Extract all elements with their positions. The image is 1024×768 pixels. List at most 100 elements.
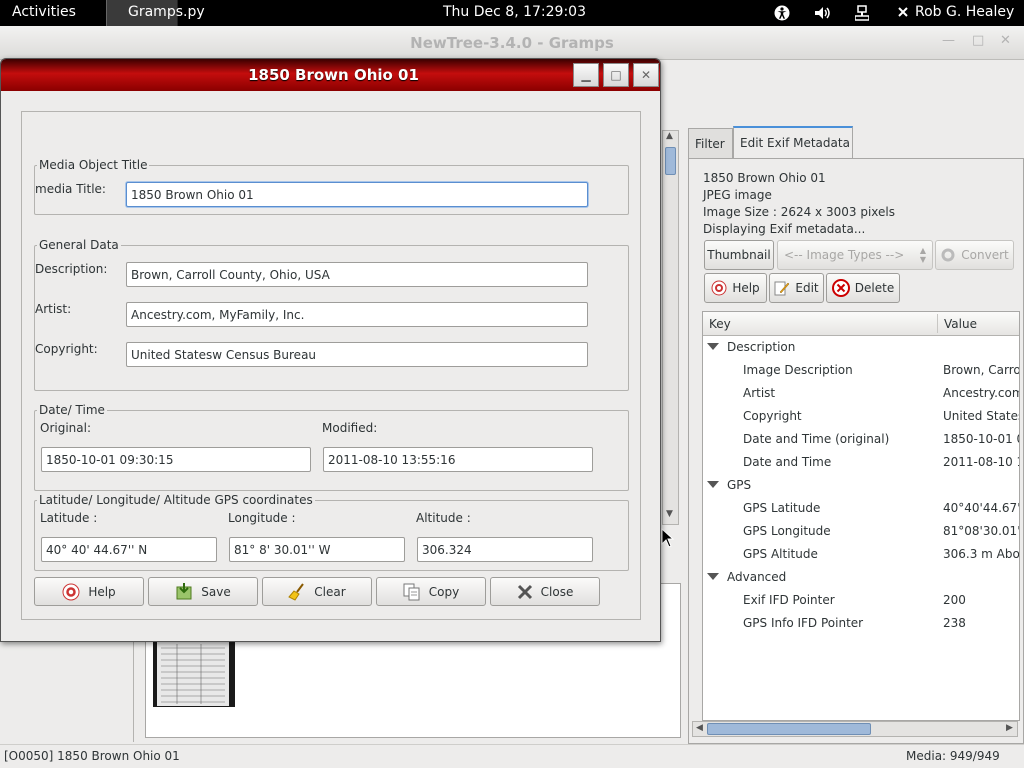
user-menu[interactable]: Rob G. Healey	[915, 4, 1014, 20]
expander-icon[interactable]	[707, 481, 719, 488]
broom-icon	[288, 582, 305, 601]
edit-button-label: Edit	[795, 281, 819, 295]
tree-row[interactable]: Copyright United Statesw Census Bureau	[703, 405, 1019, 428]
edit-exif-dialog: 1850 Brown Ohio 01 ▁ □ ✕ Media Object Ti…	[0, 58, 661, 642]
close-icon[interactable]: ✕	[1000, 33, 1011, 48]
original-date-input[interactable]	[41, 447, 311, 472]
row-key: Date and Time (original)	[743, 432, 890, 446]
latitude-input[interactable]	[41, 537, 217, 562]
tab-filter-label: Filter	[695, 137, 725, 151]
gps-legend: Latitude/ Longitude/ Altitude GPS coordi…	[39, 493, 313, 507]
tree-row[interactable]: GPS Info IFD Pointer 238	[703, 612, 1019, 635]
help-button-label: Help	[732, 281, 760, 295]
tree-row[interactable]: Artist Ancestry.com, MyFamily, Inc.	[703, 382, 1020, 405]
altitude-input[interactable]	[417, 537, 593, 562]
tree-group-advanced[interactable]: Advanced	[703, 566, 1019, 589]
tree-row[interactable]: GPS Latitude 40°40'44.67" N	[703, 497, 1019, 520]
dialog-minimize-icon[interactable]: ▁	[573, 63, 599, 87]
clear-button-label: Clear	[314, 584, 346, 599]
scrollbar-thumb[interactable]	[665, 147, 676, 175]
modified-date-input[interactable]	[323, 447, 593, 472]
minimize-icon[interactable]: —	[942, 33, 955, 48]
top-bar: Activities Gramps.py Thu Dec 8, 17:29:03…	[0, 0, 1024, 26]
activities-button[interactable]: Activities	[12, 4, 76, 20]
tree-row[interactable]: Image Description Brown, Carroll County, …	[703, 359, 1019, 382]
convert-button[interactable]: Convert	[935, 240, 1014, 270]
gramplet-help-button[interactable]: Help	[704, 273, 767, 303]
expander-icon[interactable]	[707, 343, 719, 350]
tab-edit-exif-metadata[interactable]: Edit Exif Metadata	[733, 126, 853, 158]
artist-input[interactable]	[126, 302, 588, 327]
tree-row[interactable]: GPS Altitude 306.3 m Above Sea Level	[703, 543, 1019, 566]
longitude-input[interactable]	[229, 537, 405, 562]
tab-exif-label: Edit Exif Metadata	[740, 136, 850, 150]
row-value: United Statesw Census Bureau	[943, 409, 1019, 423]
original-label: Original:	[40, 421, 91, 435]
column-value[interactable]: Value	[944, 317, 977, 331]
tree-row[interactable]: Exif IFD Pointer 200	[703, 589, 1019, 612]
expander-icon[interactable]	[707, 573, 719, 580]
thumbnail-button[interactable]: Thumbnail	[704, 240, 774, 270]
tree-group-gps[interactable]: GPS	[703, 474, 1019, 497]
group-label: Advanced	[727, 570, 787, 584]
thumbnail-button-label: Thumbnail	[707, 248, 771, 262]
media-list-scrollbar[interactable]: ▲ ▼	[662, 130, 679, 525]
group-label: GPS	[727, 478, 752, 492]
column-key[interactable]: Key	[709, 317, 731, 331]
dialog-titlebar[interactable]: 1850 Brown Ohio 01 ▁ □ ✕	[1, 59, 660, 91]
help-button[interactable]: Help	[34, 577, 144, 606]
dialog-title: 1850 Brown Ohio 01	[248, 66, 419, 84]
modified-label: Modified:	[322, 421, 378, 435]
main-window-titlebar: NewTree-3.4.0 - Gramps — □ ✕	[0, 26, 1024, 60]
media-thumbnail[interactable]	[153, 640, 235, 707]
delete-button-label: Delete	[854, 281, 895, 295]
copy-button[interactable]: Copy	[376, 577, 486, 606]
chevron-updown-icon: ▲ ▼	[919, 246, 926, 264]
volume-icon[interactable]	[814, 6, 832, 20]
gramplet-delete-button[interactable]: Delete	[826, 273, 900, 303]
save-button[interactable]: Save	[148, 577, 258, 606]
tree-group-description[interactable]: Description	[703, 336, 1019, 359]
tab-filter[interactable]: Filter	[688, 128, 733, 158]
column-divider[interactable]	[937, 314, 938, 333]
save-icon	[176, 582, 192, 599]
tree-row[interactable]: GPS Longitude 81°08'30.01" W	[703, 520, 1019, 543]
dialog-close-icon[interactable]: ✕	[633, 63, 659, 87]
media-title-input[interactable]	[126, 182, 588, 207]
gramplet-edit-button[interactable]: Edit	[769, 273, 824, 303]
row-key: GPS Latitude	[743, 501, 821, 515]
row-value: Ancestry.com, MyFamily, Inc.	[943, 386, 1020, 400]
row-value: 2011-08-10 13:55:16	[943, 455, 1019, 469]
copyright-input[interactable]	[126, 342, 588, 367]
network-icon[interactable]	[855, 5, 869, 21]
row-key: GPS Info IFD Pointer	[743, 616, 864, 630]
scroll-left-icon[interactable]: ◀	[696, 723, 703, 733]
scroll-up-icon[interactable]: ▲	[666, 131, 673, 141]
image-types-label: <-- Image Types -->	[784, 248, 905, 262]
clock[interactable]: Thu Dec 8, 17:29:03	[443, 4, 586, 20]
scroll-right-icon[interactable]: ▶	[1006, 723, 1013, 733]
close-button[interactable]: Close	[490, 577, 600, 606]
dialog-maximize-icon[interactable]: □	[603, 63, 629, 87]
media-mime-text: JPEG image	[703, 188, 772, 202]
group-label: Description	[727, 340, 796, 354]
media-count: Media: 949/949	[906, 749, 1000, 763]
image-types-select[interactable]: <-- Image Types --> ▲ ▼	[777, 240, 933, 270]
description-input[interactable]	[126, 262, 588, 287]
latitude-label: Latitude :	[40, 511, 98, 525]
status-bar: [O0050] 1850 Brown Ohio 01 Media: 949/94…	[0, 744, 1024, 768]
accessibility-icon[interactable]	[774, 5, 790, 21]
convert-icon	[941, 248, 955, 262]
exif-tree[interactable]: Key Value Description Image Description B…	[702, 311, 1020, 721]
scroll-down-icon[interactable]: ▼	[666, 509, 673, 519]
tree-hscrollbar[interactable]: ◀ ▶	[692, 721, 1018, 737]
tree-row[interactable]: Date and Time (original) 1850-10-01 09:30…	[703, 428, 1019, 451]
copyright-label: Copyright:	[35, 342, 98, 356]
help-button-label: Help	[88, 584, 116, 599]
gramplet-tabbar: Filter Edit Exif Metadata	[688, 126, 1024, 158]
hscroll-thumb[interactable]	[707, 723, 871, 735]
artist-label: Artist:	[35, 302, 72, 316]
clear-button[interactable]: Clear	[262, 577, 372, 606]
maximize-icon[interactable]: □	[972, 33, 984, 48]
tree-row[interactable]: Date and Time 2011-08-10 13:55:16	[703, 451, 1019, 474]
